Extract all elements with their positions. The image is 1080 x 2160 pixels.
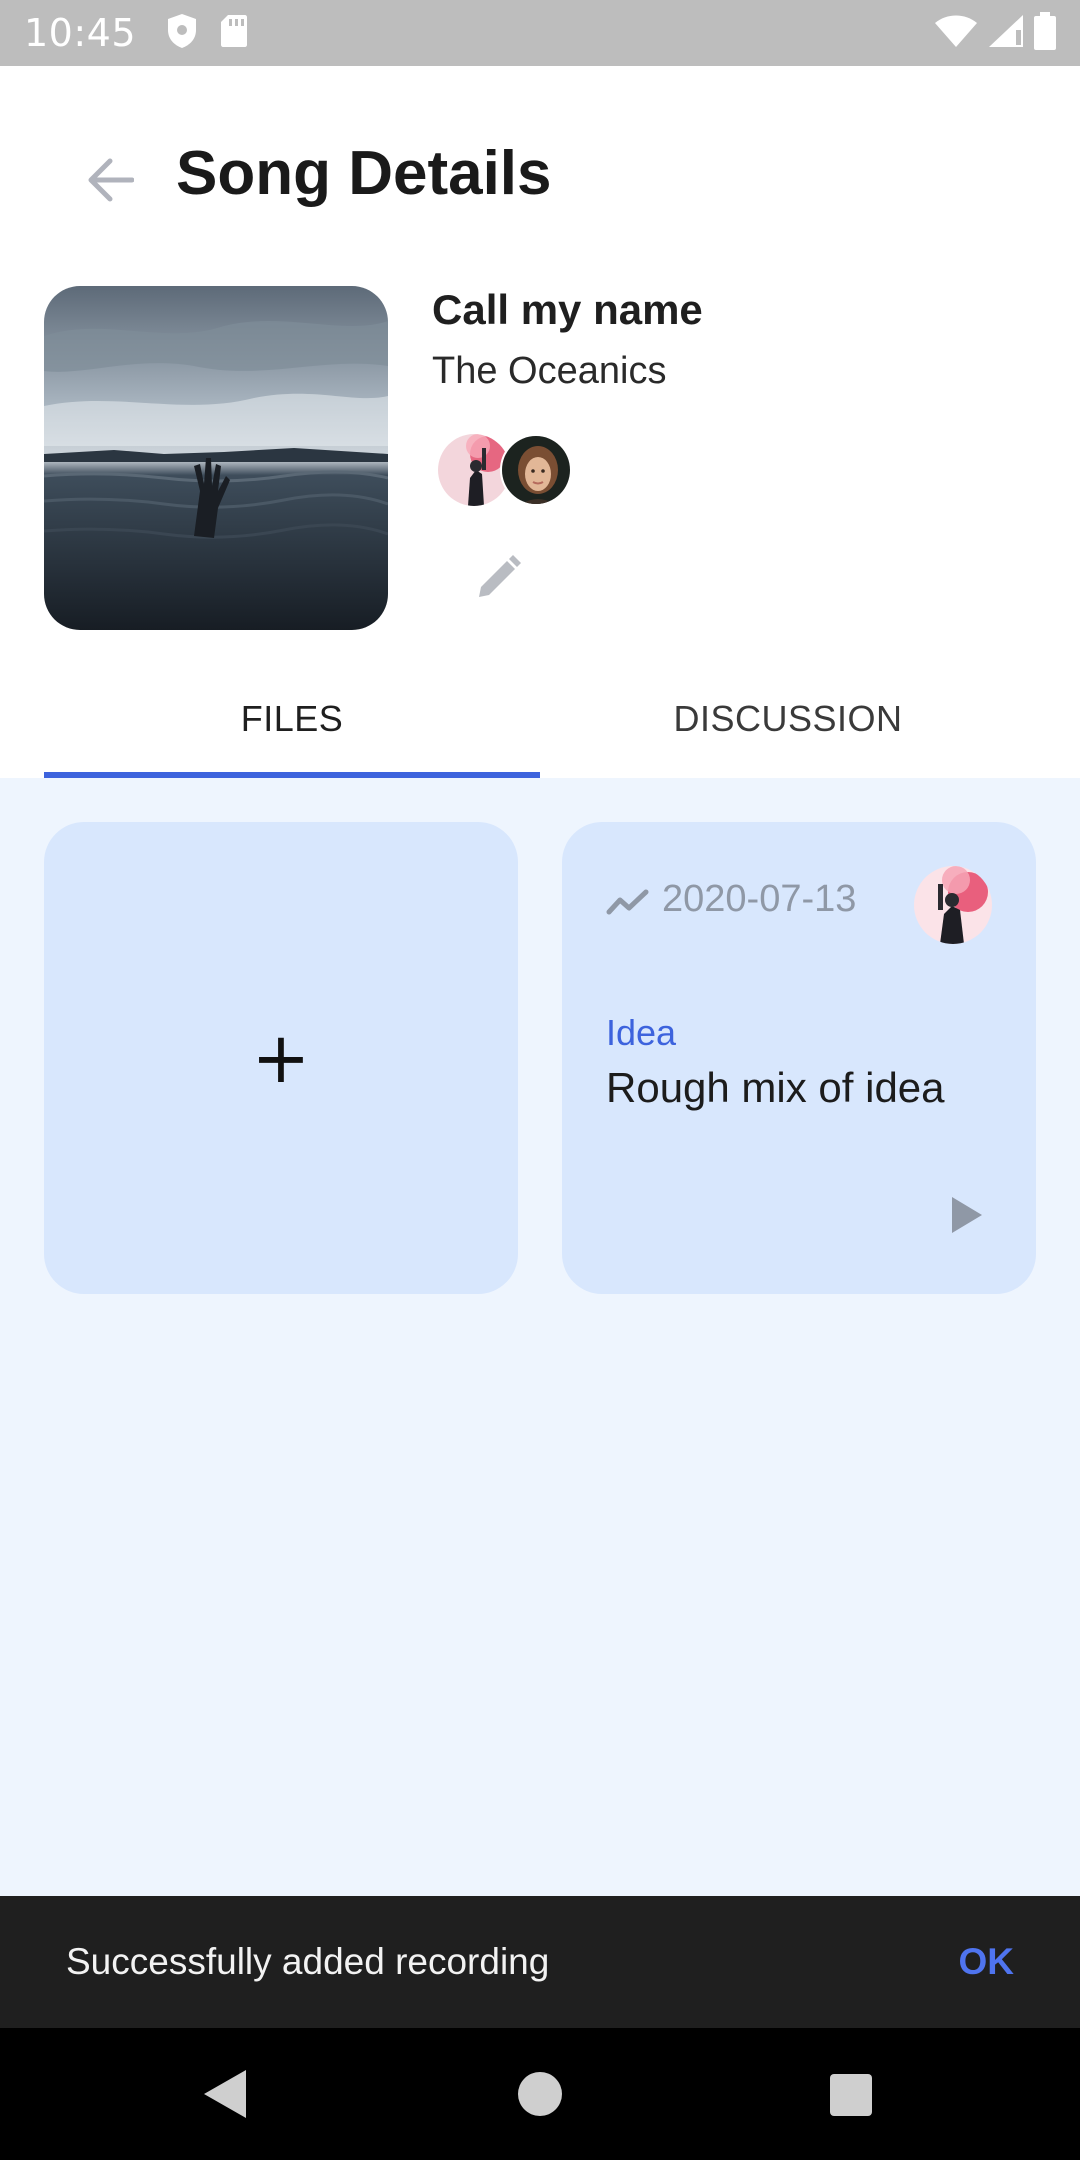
nav-home-icon[interactable]: [518, 2072, 562, 2116]
play-button[interactable]: [942, 1192, 992, 1242]
wifi-icon: [934, 14, 978, 53]
status-bar: 10:45: [0, 0, 1080, 66]
back-button[interactable]: [76, 148, 144, 216]
status-right-icons: [934, 11, 1056, 55]
file-date: 2020-07-13: [662, 878, 857, 920]
snackbar: Successfully added recording OK: [0, 1896, 1080, 2028]
battery-icon: [1034, 11, 1056, 55]
snackbar-ok-button[interactable]: OK: [959, 1941, 1015, 1983]
trend-line-icon: [606, 888, 650, 918]
shield-icon: [166, 13, 198, 54]
song-title: Call my name: [432, 286, 703, 333]
add-file-card[interactable]: +: [44, 822, 518, 1294]
file-tag: Idea: [606, 1012, 677, 1053]
nav-recents-icon[interactable]: [830, 2074, 872, 2116]
status-time: 10:45: [24, 11, 137, 55]
artist-name: The Oceanics: [432, 350, 667, 392]
arrow-back-icon: [86, 158, 135, 207]
tab-files[interactable]: FILES: [44, 660, 540, 778]
tab-discussion[interactable]: DISCUSSION: [540, 660, 1036, 778]
pencil-icon: [475, 554, 521, 606]
app-bar: Song Details: [0, 66, 1080, 286]
page-title: Song Details: [176, 139, 552, 208]
sd-card-icon: [220, 14, 248, 53]
tab-bar: FILES DISCUSSION: [0, 660, 1080, 778]
signal-icon: [988, 14, 1024, 53]
cover-art: [44, 286, 388, 630]
status-left-icons: [166, 13, 248, 54]
plus-icon: +: [251, 1017, 311, 1099]
avatar[interactable]: [500, 434, 572, 506]
collaborators: [438, 434, 578, 508]
avatar: [914, 866, 992, 944]
snackbar-message: Successfully added recording: [66, 1941, 550, 1982]
file-title: Rough mix of idea: [606, 1064, 945, 1111]
file-card[interactable]: 2020-07-13 Idea Rough mix of idea: [562, 822, 1036, 1294]
edit-button[interactable]: [468, 550, 528, 610]
play-icon: [950, 1195, 984, 1240]
files-grid: + 2020-07-13 Idea Rough mix of idea: [0, 778, 1080, 1896]
nav-back-icon[interactable]: [200, 2066, 250, 2122]
system-nav-bar: [0, 2028, 1080, 2160]
